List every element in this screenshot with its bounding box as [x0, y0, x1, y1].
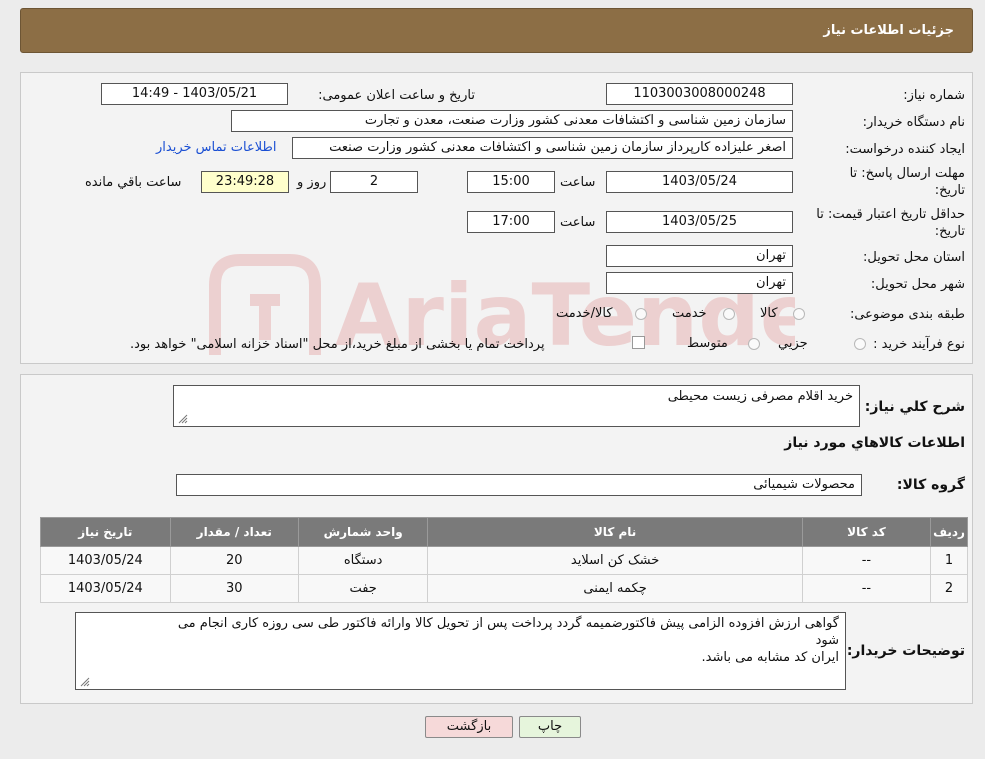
province-label: استان محل تحویل:: [863, 250, 965, 265]
col-unit: واحد شمارش: [297, 517, 429, 547]
remaining-time-label: ساعت باقي مانده: [85, 175, 182, 190]
col-item-name: نام کالا: [427, 517, 803, 547]
process-minor-label: جزیي: [778, 336, 808, 351]
buyer-notes-line-2: شود: [815, 633, 839, 648]
process-type-label: نوع فرآیند خرید :: [873, 337, 965, 352]
cell-need-date: 1403/05/24: [40, 574, 171, 603]
process-minor-radio[interactable]: [854, 338, 866, 350]
category-goods-service-radio[interactable]: [635, 308, 647, 320]
item-group-label: گروه کالا:: [896, 477, 965, 493]
back-button[interactable]: بازگشت: [425, 716, 513, 738]
general-desc-label: شرح کلي نیاز:: [864, 399, 965, 415]
general-desc-textarea[interactable]: خرید اقلام مصرفی زیست محیطی: [173, 385, 860, 427]
treasury-bonds-checkbox[interactable]: [632, 336, 645, 349]
price-validity-time-label: ساعت: [560, 215, 596, 230]
price-validity-time-field[interactable]: 17:00: [467, 211, 555, 233]
category-goods-service-label: کالا/خدمت: [556, 306, 613, 321]
province-field[interactable]: تهران: [606, 245, 793, 267]
buyer-notes-line-3: ایران کد مشابه می باشد.: [701, 650, 839, 665]
buyer-org-label: نام دستگاه خریدار:: [862, 115, 965, 130]
process-medium-label: متوسط: [687, 336, 728, 351]
col-quantity: تعداد / مقدار: [169, 517, 299, 547]
col-item-code: کد کالا: [801, 517, 932, 547]
requester-label: ایجاد کننده درخواست:: [845, 142, 965, 157]
buyer-org-field[interactable]: سازمان زمین شناسی و اکتشافات معدنی کشور …: [231, 110, 793, 132]
price-validity-date-field[interactable]: 1403/05/25: [606, 211, 793, 233]
remaining-time-field[interactable]: 23:49:28: [201, 171, 289, 193]
deadline-label: مهلت ارسال پاسخ: تا: [849, 166, 965, 181]
cell-item-code: --: [801, 574, 932, 603]
remaining-days-field[interactable]: 2: [330, 171, 418, 193]
col-need-date: تاریخ نیاز: [40, 517, 171, 547]
buyer-contact-link[interactable]: اطلاعات تماس خریدار: [156, 140, 276, 155]
days-label: روز و: [297, 175, 327, 190]
resize-grip-icon[interactable]: [80, 677, 90, 687]
deadline-time-label: ساعت: [560, 175, 596, 190]
deadline-date-field[interactable]: 1403/05/24: [606, 171, 793, 193]
deadline-time-field[interactable]: 15:00: [467, 171, 555, 193]
cell-need-date: 1403/05/24: [40, 546, 171, 575]
category-goods-label: کالا: [760, 306, 778, 321]
price-validity-label-date: تاریخ:: [934, 224, 965, 239]
cell-unit: دستگاه: [297, 546, 429, 575]
requester-field[interactable]: اصغر علیزاده کارپرداز سازمان زمین شناسی …: [292, 137, 793, 159]
process-medium-radio[interactable]: [748, 338, 760, 350]
col-row-number: ردیف: [930, 517, 968, 547]
city-field[interactable]: تهران: [606, 272, 793, 294]
cell-item-code: --: [801, 546, 932, 575]
buyer-notes-label: توضیحات خریدار:: [846, 643, 965, 659]
resize-grip-icon[interactable]: [178, 414, 188, 424]
item-group-field[interactable]: محصولات شیمیائی: [176, 474, 862, 496]
table-row: 2 -- چکمه ایمنی جفت 30 1403/05/24: [40, 574, 968, 603]
page-title: جزئیات اطلاعات نیاز: [823, 23, 954, 38]
category-service-radio[interactable]: [723, 308, 735, 320]
print-button[interactable]: چاپ: [519, 716, 581, 738]
announce-datetime-label: تاریخ و ساعت اعلان عمومی:: [318, 88, 475, 103]
city-label: شهر محل تحویل:: [870, 277, 965, 292]
items-table-header: ردیف کد کالا نام کالا واحد شمارش تعداد /…: [40, 517, 968, 547]
cell-row-number: 2: [930, 574, 968, 603]
items-table: ردیف کد کالا نام کالا واحد شمارش تعداد /…: [40, 517, 968, 603]
need-number-field[interactable]: 1103003008000248: [606, 83, 793, 105]
process-note: پرداخت تمام یا بخشی از مبلغ خرید،از محل …: [130, 337, 545, 352]
items-section-title: اطلاعات کالاهاي مورد نیاز: [784, 435, 965, 451]
category-goods-radio[interactable]: [793, 308, 805, 320]
cell-row-number: 1: [930, 546, 968, 575]
cell-quantity: 20: [169, 546, 299, 575]
buyer-notes-textarea[interactable]: گواهی ارزش افزوده الزامی پیش فاکتورضمیمه…: [75, 612, 846, 690]
deadline-label-date: تاریخ:: [934, 183, 965, 198]
category-label: طبقه بندی موضوعی:: [849, 307, 965, 322]
price-validity-label: حداقل تاریخ اعتبار قیمت: تا: [816, 207, 965, 222]
table-row: 1 -- خشک کن اسلاید دستگاه 20 1403/05/24: [40, 546, 968, 575]
cell-item-name: خشک کن اسلاید: [427, 546, 803, 575]
cell-item-name: چکمه ایمنی: [427, 574, 803, 603]
cell-quantity: 30: [169, 574, 299, 603]
announce-datetime-field[interactable]: 1403/05/21 - 14:49: [101, 83, 288, 105]
page-header: جزئیات اطلاعات نیاز: [20, 8, 973, 53]
cell-unit: جفت: [297, 574, 429, 603]
buyer-notes-line-1: گواهی ارزش افزوده الزامی پیش فاکتورضمیمه…: [177, 616, 839, 631]
general-desc-text: خرید اقلام مصرفی زیست محیطی: [667, 389, 853, 404]
need-number-label: شماره نیاز:: [903, 88, 965, 103]
category-service-label: خدمت: [672, 306, 707, 321]
